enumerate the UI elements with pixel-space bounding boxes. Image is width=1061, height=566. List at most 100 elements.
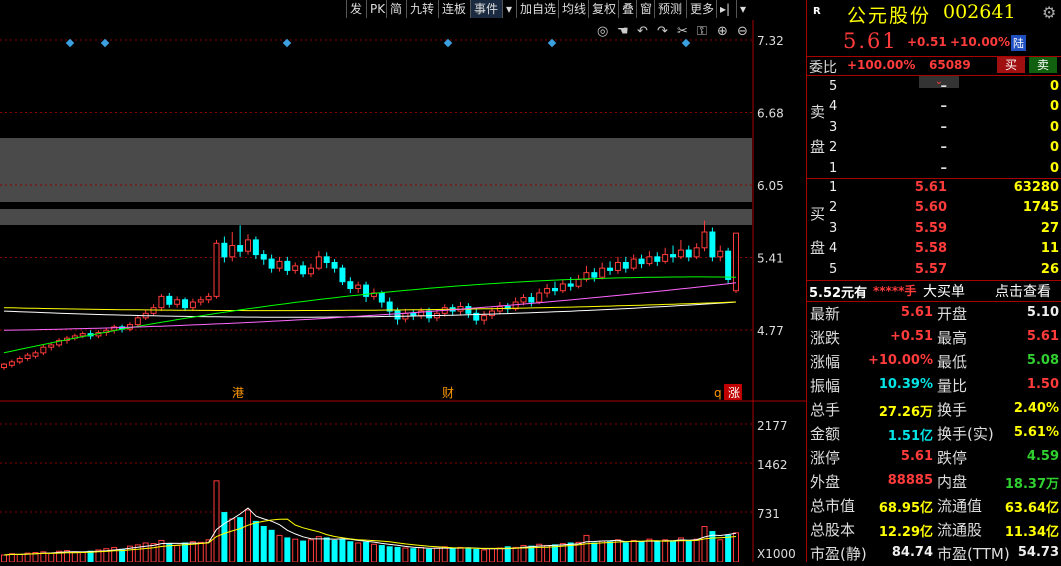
- toolbar-item[interactable]: 九转: [406, 0, 438, 18]
- volume-bar: [402, 547, 409, 563]
- toolbar-item[interactable]: 加自选: [516, 0, 558, 18]
- candle-body: [24, 354, 31, 359]
- orderbook-row[interactable]: 5 5.57 26: [827, 262, 1061, 282]
- orderbook-row[interactable]: 3 – 0: [827, 120, 1061, 140]
- big-order-promo[interactable]: 5.52元有 *****手 大买单 点击查看: [807, 281, 1061, 301]
- orderbook-row[interactable]: 2 – 0: [827, 140, 1061, 160]
- volume-bar: [150, 543, 157, 563]
- quote-value: 5.61: [900, 305, 933, 320]
- toolbar-item[interactable]: ▾: [502, 0, 516, 18]
- volume-bar: [370, 543, 377, 563]
- orderbook-price: –: [940, 119, 948, 135]
- price-tick-label: 5.41: [757, 252, 784, 266]
- orderbook-row[interactable]: 3 5.59 27: [827, 221, 1061, 241]
- stock-code: 002641: [943, 1, 1016, 23]
- candle-body: [677, 249, 684, 258]
- toolbar-item[interactable]: 更多: [686, 0, 716, 18]
- kline-chart-area[interactable]: 7.32 6.68 6.05 5.41 4.77 2177 1462 731 X1000 港 财 q 涨…: [0, 20, 806, 563]
- quote-label: 金额: [810, 425, 841, 443]
- toolbar-item[interactable]: 连板: [438, 0, 470, 18]
- volume-bar: [489, 548, 495, 563]
- volume-bar: [426, 548, 433, 563]
- toolbar-item[interactable]: ▸|: [716, 0, 736, 18]
- orderbook-level: 2: [829, 140, 838, 156]
- promo-text: 大买单: [923, 284, 965, 300]
- toolbar-item[interactable]: ▾: [736, 0, 750, 18]
- candle-body: [32, 352, 39, 357]
- orderbook-row[interactable]: 5 – 0: [827, 79, 1061, 99]
- lock-icon[interactable]: ⚿: [697, 24, 707, 39]
- quote-value: 5.61: [900, 449, 933, 464]
- toolbar-item[interactable]: 预测: [654, 0, 686, 18]
- volume-bar: [174, 545, 181, 563]
- flag-badge: R: [813, 6, 821, 17]
- weibi-label: 委比: [809, 60, 837, 76]
- candle-body: [591, 272, 598, 278]
- quote-value: 1.51亿: [887, 429, 933, 444]
- eye-icon[interactable]: ◎: [597, 24, 608, 39]
- candle-body: [717, 250, 724, 258]
- event-marker-icon: [547, 38, 557, 48]
- event-label: q: [714, 386, 722, 400]
- quote-row: 总股本 12.29亿 流通股 11.34亿: [807, 517, 1061, 541]
- undo-icon[interactable]: ↶: [637, 24, 648, 39]
- current-price: 5.61: [843, 29, 898, 53]
- zoom-out-icon[interactable]: ⊖: [737, 24, 748, 39]
- toolbar-item[interactable]: 事件: [470, 0, 502, 18]
- candle-body: [646, 256, 653, 265]
- volume-bar: [355, 542, 362, 563]
- toolbar-item[interactable]: 发: [346, 0, 366, 18]
- orderbook-level: 4: [829, 99, 838, 115]
- sell-button[interactable]: 卖: [1029, 57, 1057, 73]
- volume-bar: [418, 546, 425, 563]
- orderbook-volume: 63280: [1013, 180, 1059, 195]
- volume-bar: [599, 540, 606, 563]
- promo-link[interactable]: 点击查看: [995, 281, 1051, 301]
- volume-bar: [213, 480, 220, 563]
- orderbook-volume: 11: [1040, 241, 1059, 257]
- quote-label: 涨跌: [810, 329, 841, 347]
- toolbar-item[interactable]: 简: [386, 0, 406, 18]
- quote-row: 金额 1.51亿 换手(实) 5.61%: [807, 421, 1061, 445]
- toolbar-item[interactable]: PK: [366, 0, 386, 18]
- toolbar-item[interactable]: 复权: [588, 0, 618, 18]
- connect-tag[interactable]: 陆: [1011, 35, 1026, 51]
- orderbook-row[interactable]: 1 5.61 63280: [827, 180, 1061, 200]
- kline-chart[interactable]: 7.32 6.68 6.05 5.41 4.77 2177 1462 731 X1000 港 财 q 涨…: [0, 20, 806, 563]
- quote-label: 流通股: [937, 521, 983, 539]
- toolbar-item[interactable]: 窗: [636, 0, 654, 18]
- quote-row: 涨幅 +10.00% 最低 5.08: [807, 349, 1061, 373]
- volume-bar: [670, 540, 677, 563]
- buy-button[interactable]: 买: [997, 57, 1025, 73]
- candle-body: [221, 242, 228, 258]
- candle-body: [252, 239, 259, 256]
- volume-bar: [260, 526, 267, 563]
- orderbook-volume: 26: [1040, 261, 1059, 277]
- toolbar-item[interactable]: 均线: [558, 0, 588, 18]
- orderbook-row[interactable]: 4 – 0: [827, 99, 1061, 119]
- volume-bar: [284, 537, 291, 563]
- settings-icon[interactable]: ⚙: [1042, 3, 1056, 22]
- orderbook-row[interactable]: 4 5.58 11: [827, 241, 1061, 261]
- hand-icon[interactable]: ☚: [617, 24, 629, 39]
- volume-bar: [496, 547, 503, 563]
- sell-label-2: 盘: [810, 138, 826, 156]
- zoom-in-icon[interactable]: ⊕: [717, 24, 728, 39]
- toolbar-item[interactable]: 叠: [618, 0, 636, 18]
- event-label: 财: [442, 386, 454, 400]
- weibi-row: 委比 +100.00% 65089 买 卖: [807, 57, 1061, 76]
- volume-bar: [307, 539, 314, 563]
- volume-bar: [347, 541, 354, 563]
- quote-label: 总市值: [810, 497, 856, 515]
- candle-body: [276, 260, 283, 269]
- redo-icon[interactable]: ↷: [657, 24, 669, 39]
- candle-body: [670, 254, 677, 258]
- orderbook-row[interactable]: 2 5.60 1745: [827, 200, 1061, 220]
- quote-label: 换手(实): [937, 425, 994, 443]
- quote-label: 振幅: [810, 377, 841, 395]
- volume-bar: [473, 548, 480, 563]
- cut-icon[interactable]: ✂: [677, 24, 688, 39]
- volume-bar: [709, 531, 716, 563]
- orderbook-volume: 0: [1049, 160, 1059, 176]
- event-marker-icon: [681, 38, 691, 48]
